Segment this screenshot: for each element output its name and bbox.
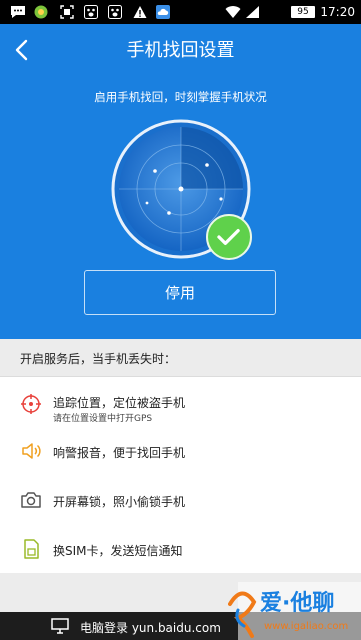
locate-icon xyxy=(21,394,41,414)
svg-text:www.igaliao.com: www.igaliao.com xyxy=(264,621,348,632)
page-subtitle: 启用手机找回，时刻掌握手机状况 xyxy=(94,90,267,104)
warning-icon xyxy=(133,6,147,18)
feature-item-alarm: 响警报音，便于找回手机 xyxy=(0,426,361,475)
speaker-icon xyxy=(22,443,41,459)
feature-subtitle: 请在位置设置中打开GPS xyxy=(53,414,153,424)
status-bar: 95 17:20 xyxy=(0,0,361,24)
hero-panel: 手机找回设置 启用手机找回，时刻掌握手机状况 停用 xyxy=(0,24,361,339)
signal-icon xyxy=(246,6,259,18)
camera-icon xyxy=(21,492,41,508)
monitor-icon xyxy=(51,618,69,634)
feature-title: 开屏幕锁，照小偷锁手机 xyxy=(53,495,186,509)
battery-indicator: 95 xyxy=(291,6,315,18)
feature-list: 追踪位置，定位被盗手机 请在位置设置中打开GPS 响警报音，便于找回手机 开屏幕… xyxy=(0,377,361,573)
feature-title: 换SIM卡，发送短信通知 xyxy=(53,544,183,558)
screenshot-icon xyxy=(60,5,74,19)
feature-item-camera: 开屏幕锁，照小偷锁手机 xyxy=(0,475,361,524)
disable-button[interactable]: 停用 xyxy=(84,270,276,315)
message-icon xyxy=(11,6,25,18)
feature-title: 追踪位置，定位被盗手机 xyxy=(53,396,186,410)
feature-item-locate: 追踪位置，定位被盗手机 请在位置设置中打开GPS xyxy=(0,377,361,426)
feature-item-sim: 换SIM卡，发送短信通知 xyxy=(0,524,361,573)
section-header: 开启服务后，当手机丢失时： xyxy=(0,339,361,377)
sim-icon xyxy=(24,539,39,559)
paw-icon xyxy=(108,5,122,19)
page-title: 手机找回设置 xyxy=(126,40,235,61)
svg-text:爱·他聊: 爱·他聊 xyxy=(260,591,334,616)
section-header-text: 开启服务后，当手机丢失时： xyxy=(20,352,177,366)
checkmark-icon xyxy=(206,214,252,260)
status-clock: 17:20 xyxy=(320,5,355,19)
weather-icon xyxy=(156,5,170,19)
app-icon xyxy=(34,5,48,19)
wifi-icon xyxy=(225,6,241,19)
watermark-logo: 爱·他聊 www.igaliao.com xyxy=(228,582,361,640)
pc-login-text: 电脑登录 yun.baidu.com xyxy=(80,621,221,635)
paw-icon xyxy=(84,5,98,19)
feature-title: 响警报音，便于找回手机 xyxy=(53,446,186,460)
